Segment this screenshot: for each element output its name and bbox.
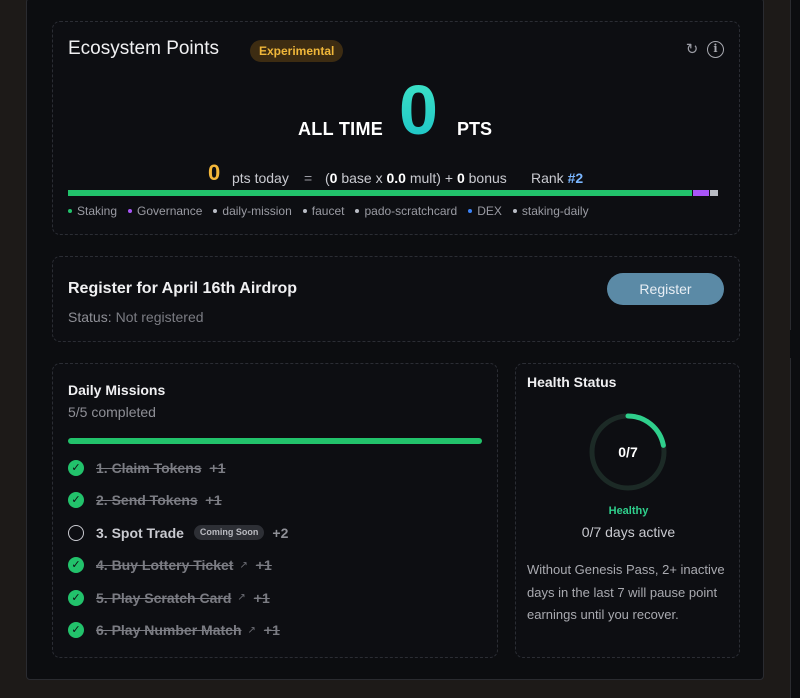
- today-points-label: pts today: [232, 170, 289, 186]
- mission-points: +1: [205, 492, 222, 509]
- registration-status-value: Not registered: [115, 309, 204, 325]
- check-circle-icon: ✓: [68, 492, 84, 509]
- legend-label: staking-daily: [521, 204, 589, 218]
- equals-sign: =: [304, 170, 313, 186]
- legend-dot-icon: [355, 209, 360, 213]
- mission-label: 3. Spot Trade: [96, 524, 184, 541]
- mission-item[interactable]: ✓ 1. Claim Tokens +1: [68, 458, 488, 478]
- legend-dot-icon: [512, 209, 517, 213]
- check-circle-icon: ✓: [68, 460, 84, 476]
- check-circle-icon: ✓: [68, 622, 84, 638]
- mission-item[interactable]: ✓ 4. Buy Lottery Ticket ↗ +1: [68, 555, 488, 575]
- mission-label[interactable]: 5. Play Scratch Card: [96, 590, 231, 606]
- health-ring-label: 0/7: [618, 444, 638, 460]
- missions-progress-bar: [68, 438, 482, 444]
- bonus-value: 0: [456, 170, 465, 186]
- rank-value: #2: [567, 170, 584, 186]
- missions-title: Daily Missions: [68, 382, 166, 398]
- check-circle-icon: ✓: [68, 589, 84, 606]
- legend-item: Governance: [128, 204, 202, 218]
- daily-missions-card: Daily Missions 5/5 completed ✓ 1. Claim T…: [52, 363, 498, 658]
- pts-label: PTS: [457, 119, 493, 139]
- ecosystem-points-card: Ecosystem Points Experimental ↻ i ALL TI…: [52, 21, 740, 235]
- legend-dot-icon: [128, 209, 133, 213]
- mission-points: +2: [272, 524, 289, 541]
- all-time-value: 0: [399, 71, 438, 149]
- mission-points: +1: [255, 557, 272, 574]
- legend-item: Staking: [68, 204, 117, 218]
- points-distribution-bar: [68, 190, 721, 196]
- empty-circle-icon: [68, 524, 84, 541]
- all-time-label: ALL TIME: [298, 119, 384, 139]
- legend-item: DEX: [468, 204, 502, 218]
- check-circle-icon: ✓: [68, 557, 84, 574]
- mission-label[interactable]: 4. Buy Lottery Ticket: [96, 557, 233, 573]
- mult-value: 0.0: [386, 170, 406, 186]
- legend-item: pado-scratchcard: [355, 204, 457, 218]
- legend-item: daily-mission: [213, 204, 292, 218]
- legend-dot-icon: [302, 209, 307, 213]
- health-note: Without Genesis Pass, 2+ inactive days i…: [527, 562, 725, 622]
- coming-soon-badge: Coming Soon: [193, 525, 265, 541]
- mission-item[interactable]: 3. Spot Trade Coming Soon +2: [68, 523, 488, 543]
- points-legend: Staking Governance daily-mission faucet pado…: [68, 204, 589, 218]
- bar-segment-governance: [692, 190, 709, 196]
- legend-label: faucet: [311, 204, 345, 218]
- external-link-icon[interactable]: ↗: [239, 560, 247, 571]
- bar-segment-staking: [68, 190, 692, 196]
- today-points-value: 0: [208, 160, 221, 185]
- mission-label: 1. Claim Tokens: [96, 460, 202, 476]
- external-link-icon[interactable]: ↗: [237, 592, 245, 603]
- mission-item[interactable]: ✓ 5. Play Scratch Card ↗ +1: [68, 588, 488, 608]
- registration-status: Status: Not registered: [68, 309, 204, 325]
- legend-dot-icon: [213, 209, 218, 213]
- today-breakdown: 0 pts today = (0 base x 0.0 mult) + 0 bo…: [53, 160, 741, 190]
- right-panel-edge: [790, 0, 800, 698]
- refresh-icon[interactable]: ↻: [684, 42, 700, 58]
- airdrop-register-card: Register for April 16th Airdrop Status: N…: [52, 256, 740, 342]
- legend-item: staking-daily: [512, 204, 589, 218]
- ecosystem-title: Ecosystem Points: [68, 38, 219, 59]
- legend-label: daily-mission: [222, 204, 292, 218]
- mission-points: +1: [263, 622, 280, 638]
- info-icon[interactable]: i: [707, 41, 724, 58]
- mission-item[interactable]: ✓ 2. Send Tokens +1: [68, 490, 488, 510]
- base-value: 0: [329, 170, 338, 186]
- health-title: Health Status: [527, 374, 617, 390]
- mission-points: +1: [209, 460, 226, 476]
- mission-item[interactable]: ✓ 6. Play Number Match ↗ +1: [68, 620, 488, 640]
- health-state: Healthy: [608, 505, 649, 517]
- days-active: 0/7 days active: [581, 524, 676, 540]
- legend-dot-icon: [468, 209, 473, 213]
- mission-label[interactable]: 6. Play Number Match: [96, 622, 242, 638]
- legend-dot-icon: [68, 209, 72, 213]
- airdrop-title: Register for April 16th Airdrop: [68, 280, 298, 297]
- legend-label: Staking: [77, 204, 118, 218]
- legend-label: DEX: [477, 204, 502, 218]
- mission-label: 2. Send Tokens: [96, 492, 198, 509]
- register-button[interactable]: Register: [607, 273, 724, 305]
- missions-progress-text: 5/5 completed: [68, 404, 156, 420]
- health-status-card: Health Status 0/7 Healthy 0/7 days activ…: [515, 363, 740, 658]
- mission-points: +1: [253, 589, 270, 606]
- legend-item: faucet: [302, 204, 345, 218]
- rank: Rank #2: [531, 170, 584, 186]
- points-formula: (0 base x 0.0 mult) + 0 bonus: [325, 170, 507, 186]
- experimental-badge: Experimental: [250, 40, 344, 62]
- legend-label: Governance: [137, 204, 203, 218]
- external-link-icon[interactable]: ↗: [248, 625, 256, 636]
- bar-segment-other: [709, 190, 718, 196]
- legend-label: pado-scratchcard: [364, 204, 458, 218]
